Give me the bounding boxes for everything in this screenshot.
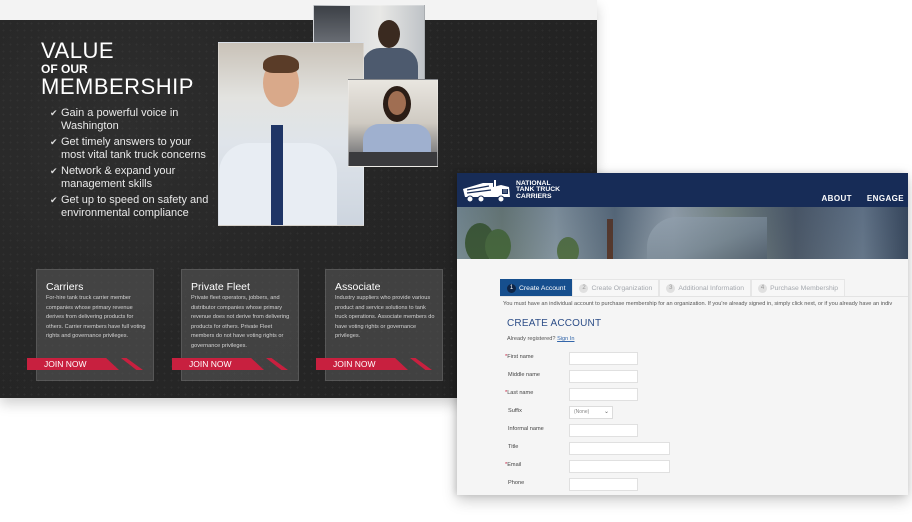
benefits-list: ✔ Gain a powerful voice in Washington ✔ Ge… xyxy=(50,107,215,223)
card-title: Associate xyxy=(335,281,381,293)
suffix-select[interactable]: (None) ⌄ xyxy=(569,406,613,419)
chevron-down-icon: ⌄ xyxy=(603,409,609,415)
label-suffix: Suffix xyxy=(508,408,522,414)
last-name-input[interactable] xyxy=(569,388,638,401)
label-phone: Phone xyxy=(508,480,525,486)
card-private-fleet: Private Fleet Private fleet operators, j… xyxy=(172,269,299,381)
logo-text: NATIONAL TANK TRUCK CARRIERS xyxy=(516,179,561,200)
membership-heading: VALUE OF OUR MEMBERSHIP xyxy=(41,40,194,98)
button-stripe xyxy=(410,358,432,370)
nav-about[interactable]: ABOUT xyxy=(821,194,851,203)
site-header: NATIONAL TANK TRUCK CARRIERS ABOUT ENGAG… xyxy=(457,173,908,207)
create-account-form: 1 Create Account 2 Create Organization 3… xyxy=(457,259,908,495)
checkmark-icon: ✔ xyxy=(50,137,58,147)
heading-value: VALUE xyxy=(41,38,115,63)
title-input[interactable] xyxy=(569,442,670,455)
benefit-item: ✔ Get timely answers to your most vital t… xyxy=(50,136,206,161)
checkmark-icon: ✔ xyxy=(50,195,58,205)
main-nav: ABOUT ENGAGE xyxy=(821,194,904,203)
step-additional-information[interactable]: 3 Additional Information xyxy=(659,279,752,296)
photo-office-woman xyxy=(348,79,438,167)
sign-in-link[interactable]: Sign In xyxy=(557,336,574,342)
checkmark-icon: ✔ xyxy=(50,166,58,176)
first-name-input[interactable] xyxy=(569,352,638,365)
already-registered: Already registered? Sign In xyxy=(507,336,575,342)
label-email: *Email xyxy=(505,462,522,468)
account-notice: You must have an individual account to p… xyxy=(503,301,893,307)
card-description: Industry suppliers who provide various p… xyxy=(335,295,435,339)
wizard-steps: 1 Create Account 2 Create Organization 3… xyxy=(500,279,846,296)
email-input[interactable] xyxy=(569,460,670,473)
card-title: Private Fleet xyxy=(191,281,250,293)
middle-name-input[interactable] xyxy=(569,370,638,383)
tank-truck-icon xyxy=(463,180,510,203)
card-description: For-hire tank truck carrier member compa… xyxy=(46,295,146,339)
registration-page-screenshot: NATIONAL TANK TRUCK CARRIERS ABOUT ENGAG… xyxy=(457,173,908,495)
nav-engage[interactable]: ENGAGE xyxy=(867,194,904,203)
step-create-account[interactable]: 1 Create Account xyxy=(500,279,573,296)
step-create-organization[interactable]: 2 Create Organization xyxy=(572,279,660,296)
join-now-button[interactable]: JOIN NOW xyxy=(27,358,119,370)
card-carriers: Carriers For-hire tank truck carrier mem… xyxy=(27,269,154,381)
button-stripe xyxy=(266,358,288,370)
informal-name-input[interactable] xyxy=(569,424,638,437)
phone-input[interactable] xyxy=(569,478,638,491)
ntcc-logo[interactable]: NATIONAL TANK TRUCK CARRIERS xyxy=(461,177,560,204)
button-stripe xyxy=(121,358,143,370)
hero-banner-image xyxy=(457,207,908,265)
label-last-name: *Last name xyxy=(505,390,534,396)
heading-membership: MEMBERSHIP xyxy=(41,74,194,99)
label-title: Title xyxy=(508,444,519,450)
divider xyxy=(500,296,908,297)
label-informal-name: Informal name xyxy=(508,426,544,432)
card-title: Carriers xyxy=(46,281,84,293)
card-description: Private fleet operators, jobbers, and di… xyxy=(191,295,290,349)
checkmark-icon: ✔ xyxy=(50,108,58,118)
label-middle-name: Middle name xyxy=(508,372,541,378)
form-title: CREATE ACCOUNT xyxy=(507,318,602,329)
benefit-item: ✔ Network & expand your management skills xyxy=(50,165,176,190)
step-purchase-membership[interactable]: 4 Purchase Membership xyxy=(751,279,846,296)
composite-screenshot: VALUE OF OUR MEMBERSHIP ✔ Gain a powerful… xyxy=(0,0,912,522)
photo-businessman xyxy=(218,42,364,226)
benefit-item: ✔ Gain a powerful voice in Washington xyxy=(50,107,179,132)
join-now-button[interactable]: JOIN NOW xyxy=(172,358,264,370)
benefit-item: ✔ Get up to speed on safety and environme… xyxy=(50,194,209,219)
join-now-button[interactable]: JOIN NOW xyxy=(316,358,408,370)
label-first-name: *First name xyxy=(505,354,534,360)
card-associate: Associate Industry suppliers who provide… xyxy=(316,269,443,381)
